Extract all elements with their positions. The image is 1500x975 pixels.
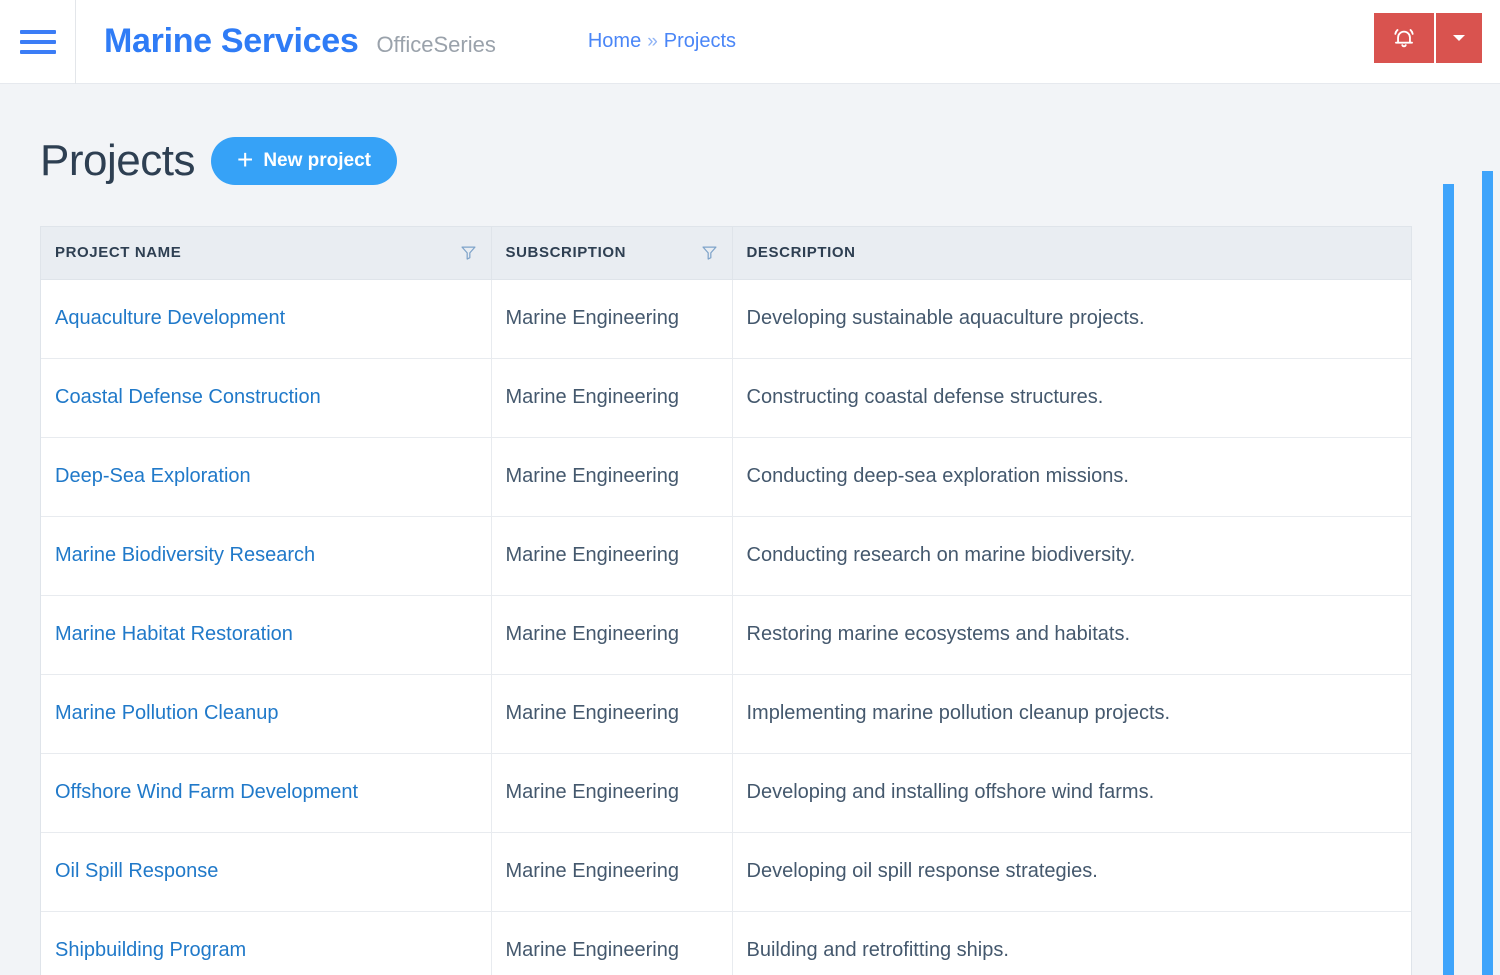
- cell-subscription: Marine Engineering: [491, 832, 733, 912]
- column-header-label: DESCRIPTION: [746, 244, 856, 262]
- top-navigation-bar: Marine Services OfficeSeries Home » Proj…: [0, 0, 1500, 84]
- column-header-description[interactable]: DESCRIPTION: [732, 227, 1411, 280]
- table-row[interactable]: Marine Habitat Restoration Marine Enginee…: [41, 595, 1411, 675]
- notifications-button[interactable]: [1374, 13, 1434, 63]
- topbar-actions: [1374, 13, 1482, 63]
- cell-description: Conducting deep-sea exploration missions…: [732, 437, 1411, 517]
- column-header-subscription[interactable]: SUBSCRIPTION: [491, 227, 733, 280]
- page-title: Projects: [40, 136, 195, 185]
- cell-subscription: Marine Engineering: [491, 516, 733, 596]
- cell-subscription: Marine Engineering: [491, 279, 733, 359]
- breadcrumb-item-projects[interactable]: Projects: [664, 30, 736, 53]
- cell-project-name: Marine Pollution Cleanup: [41, 674, 492, 754]
- filter-funnel-icon[interactable]: [460, 244, 477, 261]
- table-row[interactable]: Shipbuilding Program Marine Engineering Bu…: [41, 911, 1411, 975]
- cell-project-name: Oil Spill Response: [41, 832, 492, 912]
- cell-description: Restoring marine ecosystems and habitats…: [732, 595, 1411, 675]
- table-scrollbar-thumb[interactable]: [1443, 184, 1454, 975]
- table-row[interactable]: Offshore Wind Farm Development Marine Eng…: [41, 753, 1411, 833]
- table-row[interactable]: Aquaculture Development Marine Engineerin…: [41, 279, 1411, 359]
- projects-table-body: Aquaculture Development Marine Engineerin…: [41, 279, 1411, 975]
- cell-subscription: Marine Engineering: [491, 911, 733, 975]
- cell-project-name: Marine Habitat Restoration: [41, 595, 492, 675]
- cell-subscription: Marine Engineering: [491, 674, 733, 754]
- project-name-link[interactable]: Offshore Wind Farm Development: [55, 781, 358, 803]
- column-header-label: PROJECT NAME: [55, 244, 182, 262]
- projects-table-container: PROJECT NAME SUBSCRIPTION DESCRIPTION Aq…: [40, 226, 1412, 975]
- column-header-project-name[interactable]: PROJECT NAME: [41, 227, 492, 280]
- cell-subscription: Marine Engineering: [491, 753, 733, 833]
- cell-project-name: Shipbuilding Program: [41, 911, 492, 975]
- brand: Marine Services OfficeSeries: [76, 22, 496, 61]
- brand-subtitle: OfficeSeries: [376, 32, 496, 57]
- plus-icon: +: [236, 144, 254, 175]
- cell-description: Building and retrofitting ships.: [746, 939, 1009, 962]
- cell-subscription: Marine Engineering: [491, 437, 733, 517]
- table-row[interactable]: Coastal Defense Construction Marine Engin…: [41, 358, 1411, 438]
- project-name-link[interactable]: Marine Biodiversity Research: [55, 544, 315, 566]
- cell-subscription: Marine Engineering: [491, 595, 733, 675]
- page-scrollbar-thumb[interactable]: [1482, 171, 1493, 975]
- projects-table-header: PROJECT NAME SUBSCRIPTION DESCRIPTION: [41, 227, 1411, 280]
- breadcrumb-separator-icon: »: [647, 31, 658, 52]
- bell-icon: [1391, 25, 1417, 51]
- page-vertical-scrollbar[interactable]: [1482, 171, 1493, 975]
- project-name-link[interactable]: Marine Habitat Restoration: [55, 623, 293, 645]
- new-project-button[interactable]: + New project: [210, 137, 398, 185]
- filter-funnel-icon[interactable]: [701, 244, 718, 261]
- cell-project-name: Aquaculture Development: [41, 279, 492, 359]
- cell-description: Implementing marine pollution cleanup pr…: [732, 674, 1411, 754]
- cell-subscription: Marine Engineering: [491, 358, 733, 438]
- project-name-link[interactable]: Coastal Defense Construction: [55, 386, 321, 408]
- project-name-link[interactable]: Deep-Sea Exploration: [55, 465, 251, 487]
- cell-description: Developing sustainable aquaculture proje…: [732, 279, 1411, 359]
- table-header-row: PROJECT NAME SUBSCRIPTION DESCRIPTION: [41, 227, 1411, 280]
- breadcrumb: Home » Projects: [588, 30, 736, 53]
- cell-project-name: Marine Biodiversity Research: [41, 516, 492, 596]
- hamburger-bar: [19, 39, 56, 44]
- projects-table: PROJECT NAME SUBSCRIPTION DESCRIPTION Aq…: [41, 227, 1411, 975]
- cell-project-name: Coastal Defense Construction: [41, 358, 492, 438]
- cell-description: Conducting research on marine biodiversi…: [732, 516, 1411, 596]
- new-project-button-label: New project: [263, 150, 372, 171]
- chevron-down-icon: [1449, 28, 1469, 48]
- cell-description: Constructing coastal defense structures.: [732, 358, 1411, 438]
- table-row[interactable]: Marine Pollution Cleanup Marine Engineeri…: [41, 674, 1411, 754]
- page-content: Projects + New project PROJECT NAME SUBS…: [0, 84, 1500, 975]
- cell-project-name: Offshore Wind Farm Development: [41, 753, 492, 833]
- cell-project-name: Deep-Sea Exploration: [41, 437, 492, 517]
- column-header-label: SUBSCRIPTION: [505, 244, 627, 262]
- table-vertical-scrollbar[interactable]: [1443, 184, 1454, 975]
- project-name-link[interactable]: Marine Pollution Cleanup: [55, 702, 278, 724]
- hamburger-bar: [19, 49, 56, 54]
- hamburger-menu-icon[interactable]: [0, 0, 76, 84]
- brand-title[interactable]: Marine Services: [104, 22, 359, 61]
- table-row[interactable]: Deep-Sea Exploration Marine Engineering Co…: [41, 437, 1411, 517]
- project-name-link[interactable]: Aquaculture Development: [55, 307, 285, 329]
- project-name-link[interactable]: Shipbuilding Program: [55, 939, 246, 961]
- breadcrumb-item-home[interactable]: Home: [588, 30, 641, 53]
- project-name-link[interactable]: Oil Spill Response: [55, 860, 218, 882]
- user-dropdown-button[interactable]: [1436, 13, 1482, 63]
- cell-description: Developing oil spill response strategies…: [732, 832, 1411, 912]
- table-row[interactable]: Oil Spill Response Marine Engineering Deve…: [41, 832, 1411, 912]
- table-row[interactable]: Marine Biodiversity Research Marine Engin…: [41, 516, 1411, 596]
- hamburger-bar: [19, 29, 56, 34]
- page-header: Projects + New project: [0, 84, 1500, 186]
- cell-description: Developing and installing offshore wind …: [732, 753, 1411, 833]
